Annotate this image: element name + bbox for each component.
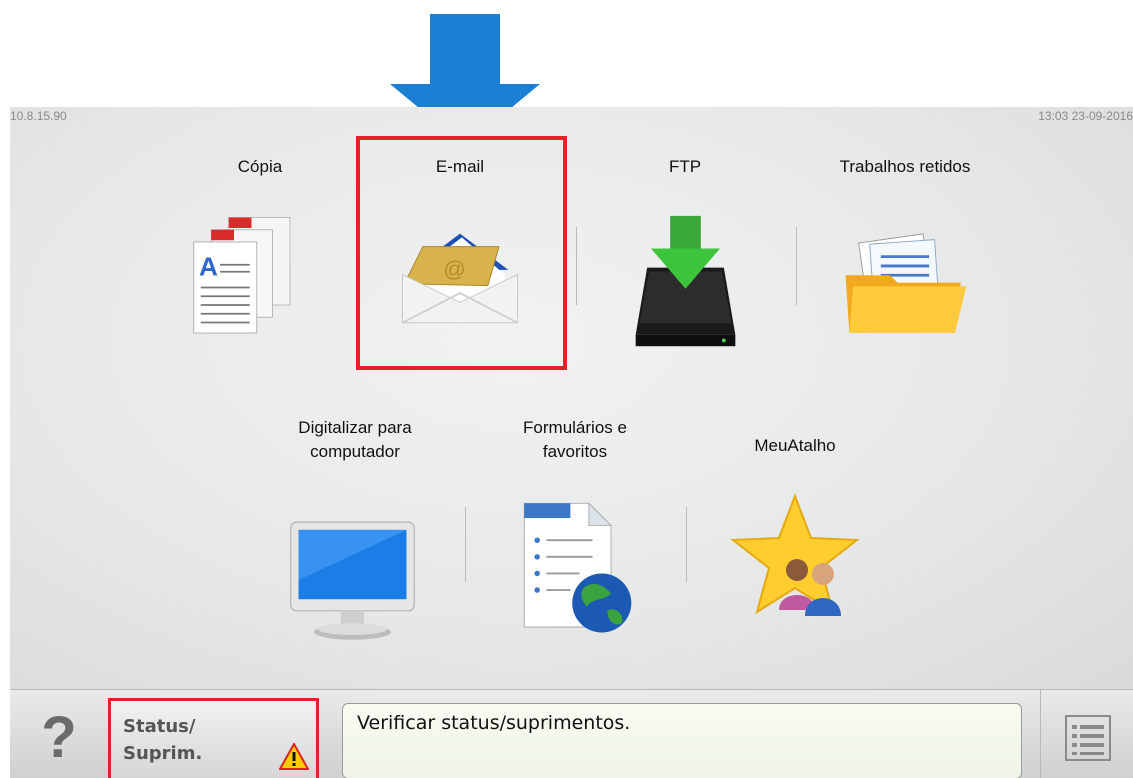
held-jobs-folder-icon [845, 233, 967, 333]
tile-divider [686, 507, 687, 582]
star-people-icon [730, 493, 860, 616]
home-screen: 10.8.15.90 13:03 23-09-2016 Cópia A E-ma… [10, 107, 1133, 689]
tile-ftp[interactable]: FTP [610, 147, 760, 367]
tile-divider [796, 227, 797, 305]
warning-icon [279, 743, 309, 770]
tile-divider [576, 227, 577, 305]
date-time: 13:03 23-09-2016 [1038, 109, 1133, 123]
tile-copy[interactable]: Cópia A [180, 147, 340, 367]
tile-my-shortcut[interactable]: MeuAtalho [700, 412, 890, 672]
tile-ftp-label: FTP [668, 157, 702, 176]
tile-held-jobs-label: Trabalhos retidos [839, 157, 971, 176]
email-highlight-box [356, 136, 567, 370]
ip-address: 10.8.15.90 [10, 109, 67, 123]
tile-copy-label: Cópia [237, 157, 283, 176]
bottom-bar: ? Status/ Suprim. Verificar status/supri… [10, 689, 1133, 778]
forms-globe-icon [523, 502, 632, 633]
ftp-drive-icon [635, 215, 736, 347]
tile-forms-favorites[interactable]: Formulários e favoritos [480, 412, 670, 672]
tile-my-shortcut-label: MeuAtalho [754, 436, 836, 455]
svg-text:A: A [199, 251, 218, 281]
tile-forms-favorites-label: Formulários e favoritos [523, 418, 627, 461]
computer-monitor-icon [290, 521, 415, 640]
status-supplies-button[interactable]: Status/ Suprim. [108, 698, 319, 778]
tile-scan-to-computer-label: Digitalizar para computador [298, 418, 412, 461]
tile-held-jobs[interactable]: Trabalhos retidos [800, 147, 1010, 367]
menu-button[interactable] [1040, 690, 1133, 778]
menu-list-icon [1065, 715, 1111, 761]
status-supplies-label: Status/ Suprim. [123, 716, 203, 764]
status-message-field: Verificar status/suprimentos. [342, 703, 1022, 778]
tile-scan-to-computer[interactable]: Digitalizar para computador [255, 412, 455, 672]
copy-document-icon: A [193, 217, 291, 334]
help-button[interactable]: ? [10, 690, 108, 778]
tile-divider [465, 507, 466, 582]
